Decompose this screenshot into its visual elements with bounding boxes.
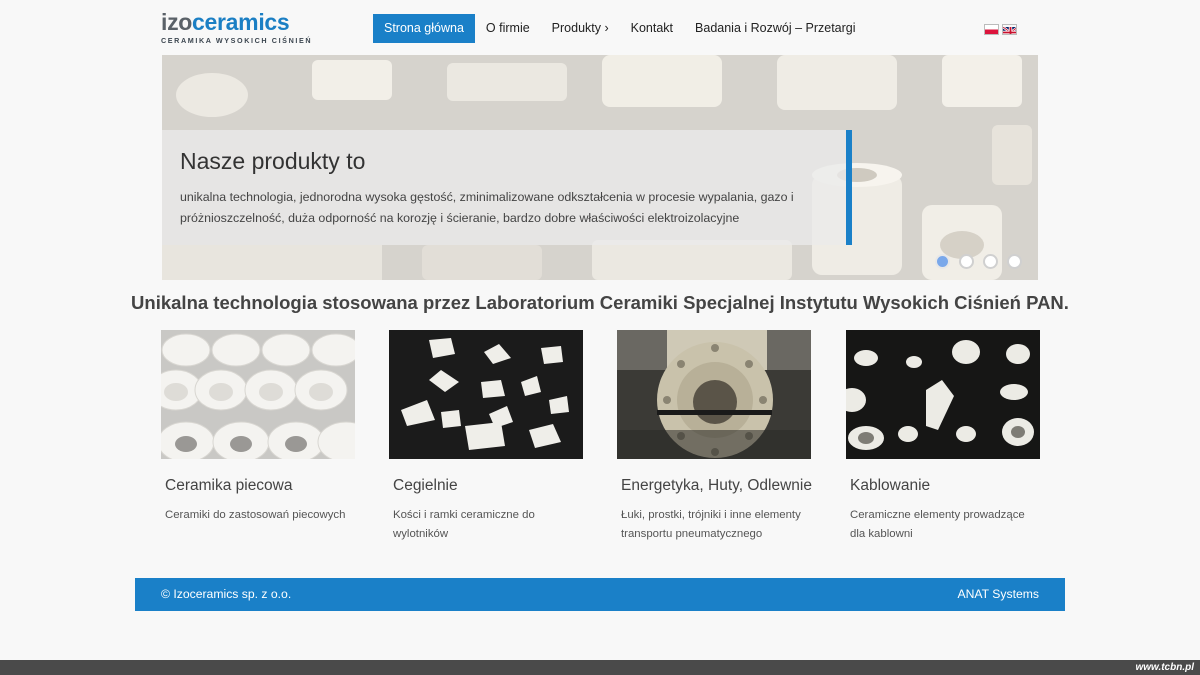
- footer: © Izoceramics sp. z o.o. ANAT Systems: [135, 578, 1065, 611]
- logo-tagline: CERAMIKA WYSOKICH CIŚNIEŃ: [161, 36, 313, 45]
- slider-title: Nasze produkty to: [180, 148, 366, 174]
- card-title: Energetyka, Huty, Odlewnie: [621, 477, 812, 494]
- cable-guides-photo: [846, 330, 1040, 459]
- slider-pagination: [935, 254, 1022, 269]
- logo-wordmark: izoceramics: [161, 9, 290, 35]
- nav-item-products[interactable]: Produkty ›: [541, 14, 620, 43]
- pipe-flange-photo: [617, 330, 811, 459]
- watermark: www.tcbn.pl: [1135, 662, 1194, 673]
- product-card-brickworks[interactable]: Cegielnie Kości i ramki ceramiczne do wy…: [389, 330, 583, 544]
- nav-item-research[interactable]: Badania i Rozwój – Przetargi: [684, 14, 867, 43]
- card-description: Ceramiki do zastosowań piecowych: [165, 509, 346, 521]
- kiln-ceramics-photo: [161, 330, 355, 459]
- card-title: Ceramika piecowa: [165, 477, 293, 494]
- card-description: Kości i ramki ceramiczne do wylotników: [393, 509, 535, 540]
- slider-dot-2[interactable]: [959, 254, 974, 269]
- card-title: Cegielnie: [393, 477, 458, 494]
- footer-copyright: © Izoceramics sp. z o.o.: [161, 587, 292, 601]
- hero-slider[interactable]: Nasze produkty to unikalna technologia, …: [162, 55, 1038, 280]
- bottom-bar: www.tcbn.pl: [0, 660, 1200, 675]
- nav-item-about[interactable]: O firmie: [475, 14, 541, 43]
- pl-flag-icon[interactable]: [984, 24, 999, 35]
- slider-dot-1[interactable]: [935, 254, 950, 269]
- card-description: Ceramiczne elementy prowadzące dla kablo…: [850, 509, 1025, 540]
- slider-dot-3[interactable]: [983, 254, 998, 269]
- language-switcher: [984, 24, 1017, 35]
- slider-caption: Nasze produkty to unikalna technologia, …: [162, 130, 852, 245]
- logo[interactable]: izoceramics CERAMIKA WYSOKICH CIŚNIEŃ: [161, 10, 311, 46]
- footer-credit-link[interactable]: ANAT Systems: [958, 578, 1040, 611]
- slider-description: unikalna technologia, jednorodna wysoka …: [180, 190, 794, 225]
- card-description: Łuki, prostki, trójniki i inne elementy …: [621, 509, 801, 540]
- page-headline: Unikalna technologia stosowana przez Lab…: [131, 292, 1069, 313]
- main-nav: Strona główna O firmie Produkty › Kontak…: [373, 14, 867, 43]
- nav-item-home[interactable]: Strona główna: [373, 14, 475, 43]
- slider-dot-4[interactable]: [1007, 254, 1022, 269]
- nav-item-contact[interactable]: Kontakt: [620, 14, 684, 43]
- product-card-cabling[interactable]: Kablowanie Ceramiczne elementy prowadząc…: [846, 330, 1040, 544]
- brickworks-parts-photo: [389, 330, 583, 459]
- uk-flag-icon[interactable]: [1002, 24, 1017, 35]
- product-card-kiln[interactable]: Ceramika piecowa Ceramiki do zastosowań …: [161, 330, 355, 525]
- card-title: Kablowanie: [850, 477, 931, 494]
- product-card-energy[interactable]: Energetyka, Huty, Odlewnie Łuki, prostki…: [617, 330, 812, 544]
